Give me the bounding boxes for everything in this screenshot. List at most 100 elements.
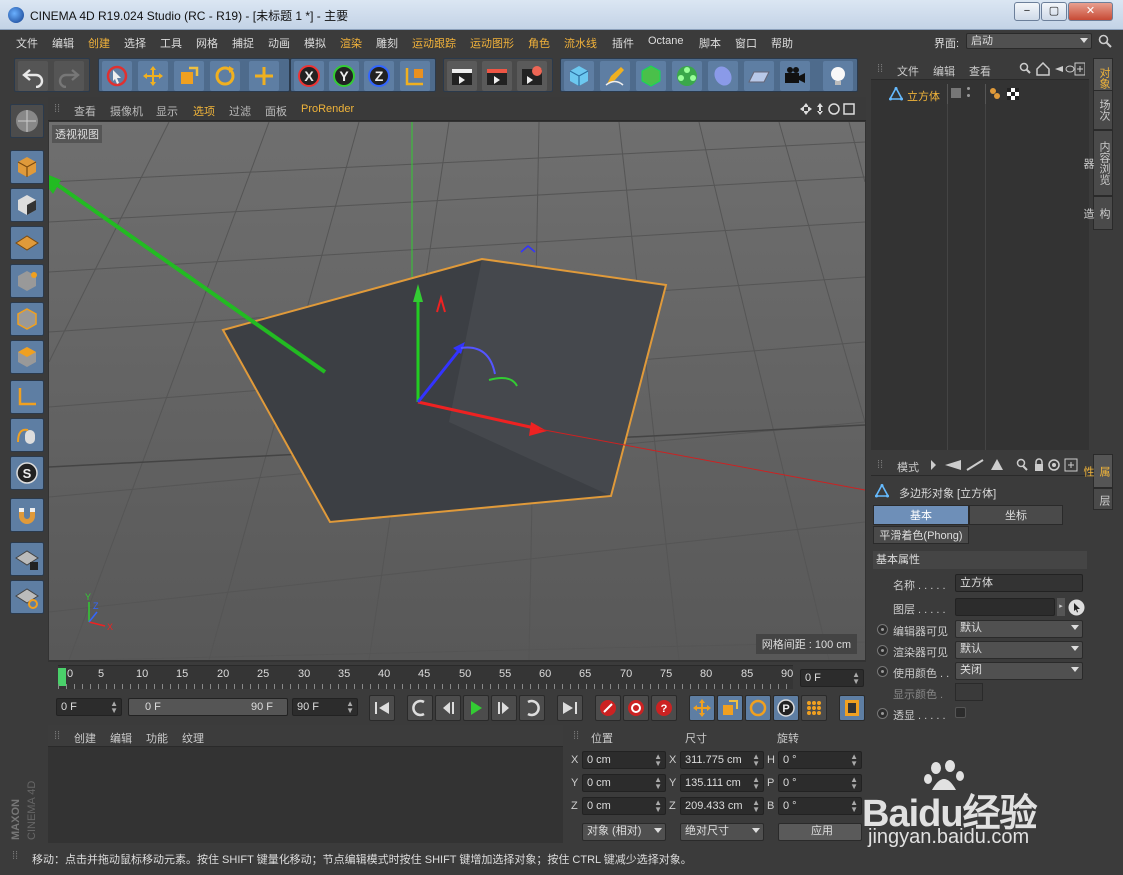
subdivision-icon[interactable] (636, 61, 666, 91)
menu-pipeline[interactable]: 流水线 (564, 35, 597, 51)
light-icon[interactable] (823, 61, 853, 91)
tab-basic[interactable]: 基本 (873, 505, 969, 525)
viewport-nav-icons[interactable] (800, 102, 862, 116)
deformer-icon[interactable] (708, 61, 738, 91)
menu-tools[interactable]: 工具 (160, 35, 182, 51)
timeline[interactable]: 0 5 10 15 20 25 30 35 40 45 50 55 60 65 … (48, 663, 866, 693)
menu-character[interactable]: 角色 (528, 35, 550, 51)
object-mode-icon[interactable] (10, 150, 44, 184)
move-icon[interactable] (138, 61, 168, 91)
viewport-menu-prorender[interactable]: ProRender (301, 103, 354, 115)
scale-icon[interactable] (174, 61, 204, 91)
cloner-icon[interactable] (672, 61, 702, 91)
current-frame-field[interactable]: 0 F ▲ ▼ (800, 669, 864, 687)
object-row[interactable]: 立方体 (871, 84, 1089, 104)
tag-icons[interactable] (989, 87, 1021, 101)
side-tab-layers[interactable]: 层 (1093, 488, 1113, 510)
object-menu-edit[interactable]: 编辑 (933, 63, 955, 79)
floor-icon[interactable] (744, 61, 774, 91)
x-axis-icon[interactable]: X (294, 61, 324, 91)
attribute-menu-mode[interactable]: 模式 (897, 459, 919, 475)
snap-icon[interactable]: S (10, 456, 44, 490)
texture-mode-icon[interactable] (10, 188, 44, 222)
close-button[interactable]: ✕ (1068, 2, 1113, 21)
minimize-button[interactable]: − (1014, 2, 1040, 21)
record-keys-icon[interactable] (595, 695, 621, 721)
viewport-menu-camera[interactable]: 摄像机 (110, 103, 143, 119)
magnet-icon[interactable] (10, 498, 44, 532)
edges-mode-icon[interactable] (10, 302, 44, 336)
rotate-icon[interactable] (210, 61, 240, 91)
object-menu-view[interactable]: 查看 (969, 63, 991, 79)
menu-create[interactable]: 创建 (88, 35, 110, 51)
animate-dot-icon[interactable] (877, 624, 888, 635)
picker-arrow-icon[interactable] (1068, 599, 1085, 616)
workplane-mode-icon[interactable] (10, 226, 44, 260)
scale-track-icon[interactable] (717, 695, 743, 721)
next-key-icon[interactable] (519, 695, 545, 721)
viewport-menu-filter[interactable]: 过滤 (229, 103, 251, 119)
visibility-dot-icon[interactable] (967, 94, 970, 97)
object-name[interactable]: 立方体 (907, 88, 940, 104)
menu-animate[interactable]: 动画 (268, 35, 290, 51)
cube-icon[interactable] (564, 61, 594, 91)
side-tab-takes[interactable]: 场次 (1093, 90, 1113, 130)
timeline-ruler[interactable]: 0 5 10 15 20 25 30 35 40 45 50 55 60 65 … (58, 665, 793, 689)
timeline-window-icon[interactable] (839, 695, 865, 721)
y-axis-icon[interactable]: Y (329, 61, 359, 91)
position-x-field[interactable]: 0 cm ▲ ▼ (582, 751, 666, 769)
side-tab-structure[interactable]: 构造 (1082, 196, 1113, 230)
pen-icon[interactable] (600, 61, 630, 91)
create-icon[interactable] (249, 61, 279, 91)
size-x-field[interactable]: 311.775 cm ▲ ▼ (680, 751, 764, 769)
axis-mode-icon[interactable] (10, 380, 44, 414)
layer-arrow-icon[interactable]: ▸ (1057, 598, 1065, 616)
menu-edit[interactable]: 编辑 (52, 35, 74, 51)
size-mode-select[interactable]: 绝对尺寸 (680, 823, 764, 841)
play-icon[interactable] (463, 695, 489, 721)
range-slider[interactable]: 0 F 90 F (128, 698, 288, 716)
object-toolbar-icons[interactable] (1019, 62, 1085, 76)
z-axis-icon[interactable]: Z (364, 61, 394, 91)
layer-field[interactable] (955, 598, 1055, 616)
viewport-menu-view[interactable]: 查看 (74, 103, 96, 119)
rotation-track-icon[interactable] (745, 695, 771, 721)
layout-select[interactable]: 启动 (966, 33, 1092, 49)
name-field[interactable]: 立方体 (955, 574, 1083, 592)
display-color-swatch[interactable] (955, 683, 983, 701)
auto-key-icon[interactable] (623, 695, 649, 721)
next-frame-icon[interactable] (491, 695, 517, 721)
render-view-icon[interactable] (447, 61, 477, 91)
xray-checkbox[interactable] (955, 707, 966, 718)
tab-coordinates[interactable]: 坐标 (969, 505, 1063, 525)
point-level-animation-icon[interactable] (801, 695, 827, 721)
menu-select[interactable]: 选择 (124, 35, 146, 51)
tweak-mode-icon[interactable] (10, 418, 44, 452)
material-menu-texture[interactable]: 纹理 (182, 730, 204, 746)
undo-icon[interactable] (18, 61, 48, 91)
object-menu-file[interactable]: 文件 (897, 63, 919, 79)
menu-octane[interactable]: Octane (648, 35, 683, 47)
position-y-field[interactable]: 0 cm ▲ ▼ (582, 774, 666, 792)
end-frame-field[interactable]: 90 F ▲ ▼ (292, 698, 358, 716)
object-manager[interactable]: ⁞⁞ 文件 编辑 查看 立方体 (871, 58, 1089, 450)
menu-plugins[interactable]: 插件 (612, 35, 634, 51)
rotation-b-field[interactable]: 0 ° ▲ ▼ (778, 797, 862, 815)
material-menu-edit[interactable]: 编辑 (110, 730, 132, 746)
menu-help[interactable]: 帮助 (771, 35, 793, 51)
live-select-icon[interactable] (102, 61, 132, 91)
parameter-track-icon[interactable]: P (773, 695, 799, 721)
menu-motion-tracking[interactable]: 运动跟踪 (412, 35, 456, 51)
size-z-field[interactable]: 209.433 cm ▲ ▼ (680, 797, 764, 815)
go-to-end-icon[interactable] (557, 695, 583, 721)
render-visible-select[interactable]: 默认 (955, 641, 1083, 659)
viewport[interactable]: ⁞⁞ 查看 摄像机 显示 选项 过滤 面板 ProRender Y X Z 透视… (48, 97, 866, 662)
previous-frame-icon[interactable] (435, 695, 461, 721)
grid-lock-icon[interactable] (10, 542, 44, 576)
model-mode-icon[interactable] (10, 104, 44, 138)
side-tab-attributes[interactable]: 属性 (1082, 454, 1113, 488)
maximize-button[interactable]: ▢ (1041, 2, 1067, 21)
animate-dot-icon[interactable] (877, 666, 888, 677)
rotation-h-field[interactable]: 0 ° ▲ ▼ (778, 751, 862, 769)
section-basic-properties[interactable]: 基本属性 (873, 551, 1087, 569)
